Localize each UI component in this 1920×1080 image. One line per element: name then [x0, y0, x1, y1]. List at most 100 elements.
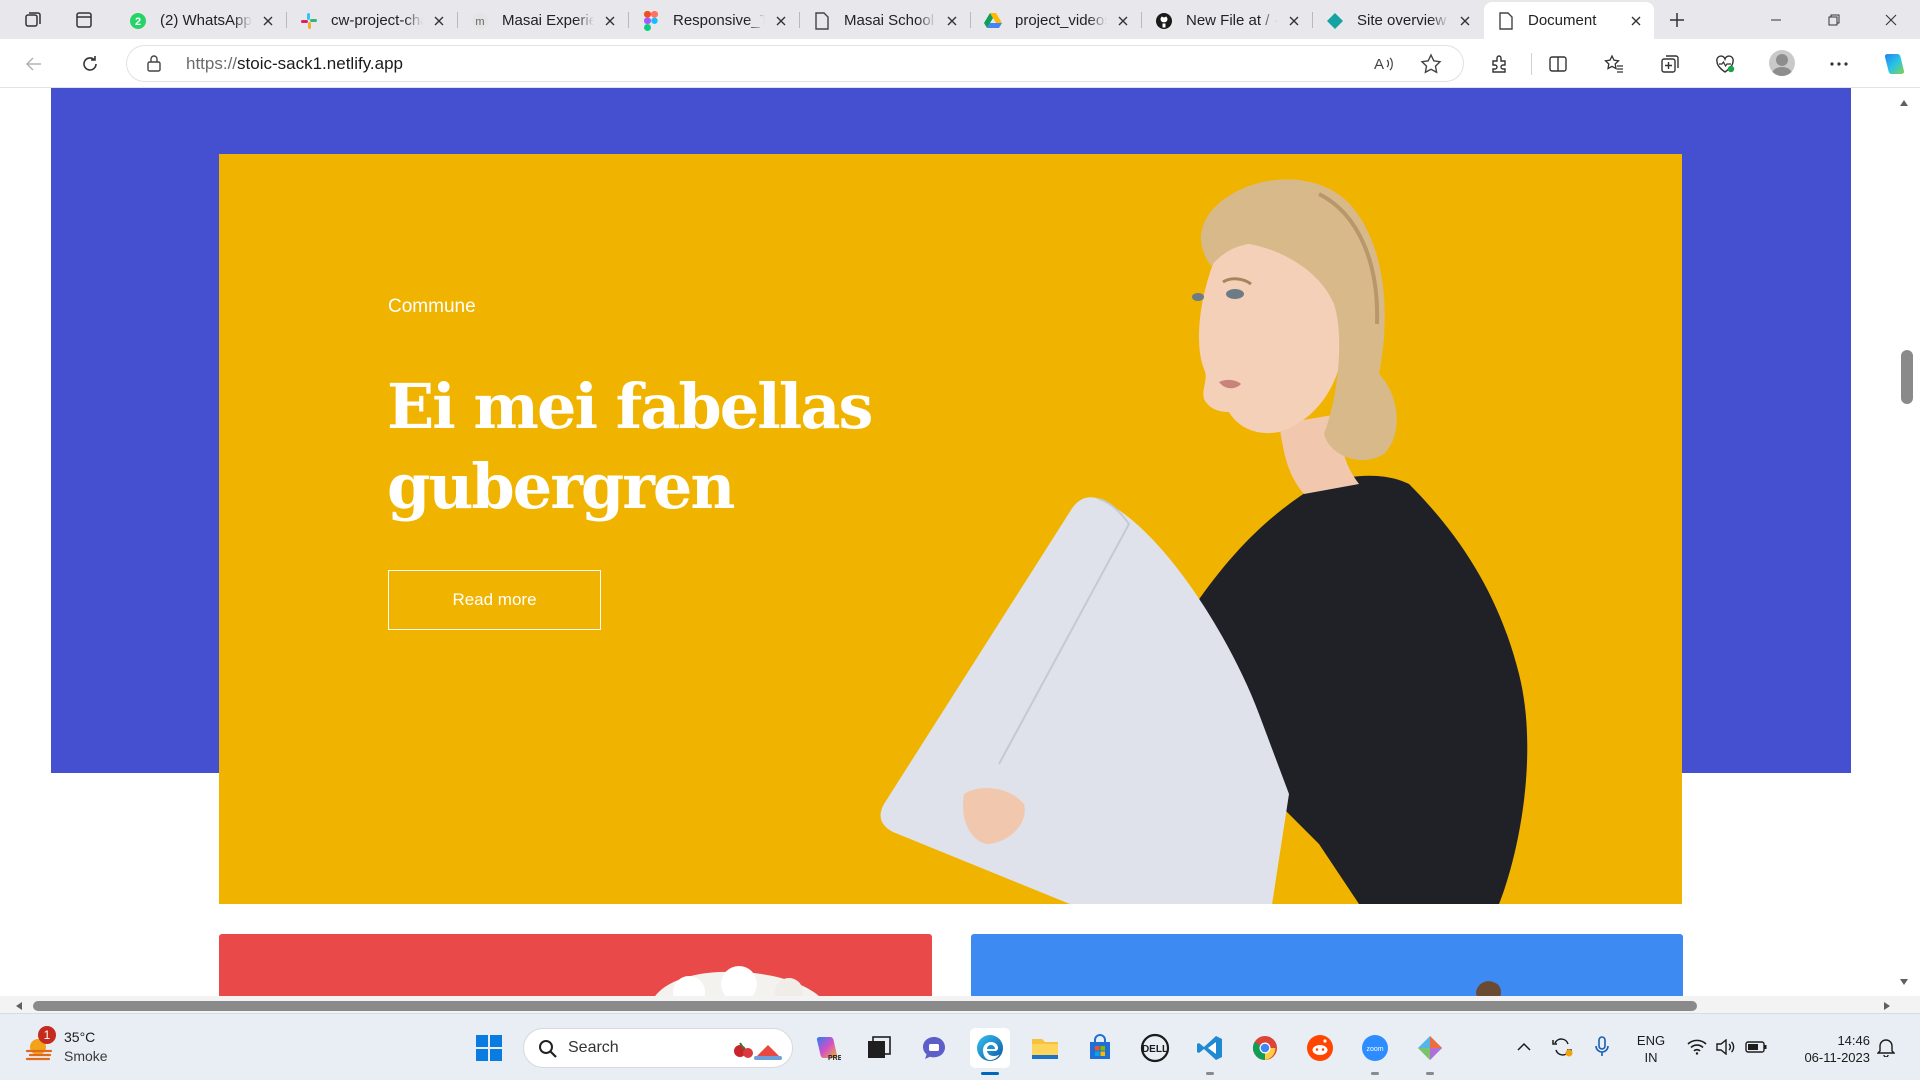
- restore-button[interactable]: [1805, 0, 1863, 39]
- close-tab-icon[interactable]: [1113, 11, 1133, 31]
- svg-text:DELL: DELL: [1142, 1044, 1168, 1055]
- tab-document[interactable]: Document: [1484, 2, 1654, 39]
- system-clock[interactable]: 14:46 06-11-2023: [1780, 1032, 1870, 1066]
- language-indicator[interactable]: ENG IN: [1634, 1032, 1668, 1066]
- windows-logo-icon: [476, 1035, 502, 1061]
- hero-photo: [880, 179, 1528, 904]
- tab-netlify[interactable]: Site overview: [1313, 2, 1483, 39]
- tab-title: Site overview: [1357, 12, 1447, 29]
- svg-text:PRE: PRE: [828, 1055, 841, 1062]
- taskbar-git-app[interactable]: [1410, 1028, 1450, 1068]
- battery-icon: [1745, 1041, 1767, 1053]
- tab-actions-icon: [76, 11, 92, 28]
- close-tab-icon[interactable]: [600, 11, 620, 31]
- sync-icon: [1552, 1038, 1573, 1057]
- weather-widget[interactable]: 1 35°C Smoke: [22, 1026, 162, 1070]
- browser-tab-strip: 2 (2) WhatsApp cw-project-chat m Masai E…: [0, 0, 1920, 39]
- tab-figma[interactable]: Responsive_Template: [629, 2, 799, 39]
- svg-text:A: A: [1374, 56, 1384, 73]
- scroll-down-arrow-icon[interactable]: [1897, 975, 1911, 989]
- restore-icon: [1828, 14, 1840, 25]
- new-tab-button[interactable]: [1660, 4, 1694, 35]
- taskbar-search[interactable]: Search: [523, 1028, 793, 1068]
- figma-icon: [641, 10, 661, 31]
- edge-active-indicator: [981, 1072, 999, 1075]
- microphone-icon: [1595, 1036, 1609, 1056]
- collections-button[interactable]: [1653, 47, 1687, 81]
- language-region: IN: [1644, 1050, 1658, 1065]
- tab-whatsapp[interactable]: 2 (2) WhatsApp: [116, 2, 286, 39]
- taskbar-teams-chat[interactable]: [914, 1028, 954, 1068]
- sync-tray-button[interactable]: [1547, 1032, 1577, 1062]
- show-hidden-icons-button[interactable]: [1512, 1032, 1536, 1062]
- address-bar[interactable]: https://stoic-sack1.netlify.app A: [126, 45, 1464, 82]
- tab-github[interactable]: New File at / · repo: [1142, 2, 1312, 39]
- taskbar-microsoft-store[interactable]: [1080, 1028, 1120, 1068]
- file-explorer-icon: [1032, 1039, 1058, 1059]
- tab-actions-button[interactable]: [67, 4, 101, 35]
- vertical-scrollbar[interactable]: [1900, 88, 1920, 1008]
- heart-pulse-icon: [1716, 55, 1735, 73]
- workspaces-button[interactable]: [16, 4, 50, 35]
- close-tab-icon[interactable]: [942, 11, 962, 31]
- vertical-scroll-thumb[interactable]: [1901, 350, 1913, 404]
- lock-icon[interactable]: [146, 54, 162, 77]
- notifications-button[interactable]: [1873, 1032, 1899, 1062]
- masai-icon: m: [470, 11, 490, 31]
- volume-icon: [1716, 1039, 1735, 1055]
- scroll-right-arrow-icon[interactable]: [1880, 999, 1894, 1013]
- battery-tray-button[interactable]: [1742, 1032, 1770, 1062]
- extensions-button[interactable]: [1483, 47, 1517, 81]
- favorites-list-icon: [1604, 54, 1623, 73]
- copilot-button[interactable]: [1876, 47, 1910, 81]
- refresh-button[interactable]: [73, 47, 107, 81]
- favorite-star-icon[interactable]: [1418, 51, 1444, 77]
- feature-card-red[interactable]: [219, 934, 932, 996]
- settings-more-button[interactable]: [1822, 47, 1856, 81]
- microphone-tray-button[interactable]: [1589, 1032, 1615, 1062]
- scroll-left-arrow-icon[interactable]: [12, 999, 26, 1013]
- whatsapp-icon: 2: [128, 11, 148, 31]
- close-tab-icon[interactable]: [429, 11, 449, 31]
- close-tab-icon[interactable]: [1455, 11, 1475, 31]
- clock-time: 14:46: [1837, 1033, 1870, 1048]
- tab-slack[interactable]: cw-project-chat: [287, 2, 457, 39]
- taskbar-file-explorer[interactable]: [1025, 1028, 1065, 1068]
- taskbar-copilot[interactable]: PRE: [806, 1028, 846, 1068]
- browser-essentials-button[interactable]: [1708, 47, 1742, 81]
- wifi-tray-button[interactable]: [1684, 1032, 1710, 1062]
- profile-avatar[interactable]: [1769, 50, 1795, 76]
- tab-project-videos[interactable]: project_videos: [971, 2, 1141, 39]
- read-more-button[interactable]: Read more: [388, 570, 601, 630]
- slack-icon: [299, 11, 319, 31]
- taskbar-zoom[interactable]: zoom: [1355, 1028, 1395, 1068]
- taskbar-chrome[interactable]: [1245, 1028, 1285, 1068]
- taskbar-reddit[interactable]: [1300, 1028, 1340, 1068]
- close-tab-icon[interactable]: [258, 11, 278, 31]
- back-button[interactable]: [17, 47, 51, 81]
- volume-tray-button[interactable]: [1712, 1032, 1738, 1062]
- windows-taskbar: 1 35°C Smoke Search PRE DELL zoom ENG IN…: [0, 1013, 1920, 1080]
- edge-icon: [977, 1035, 1003, 1061]
- favorites-button[interactable]: [1597, 47, 1631, 81]
- close-tab-icon[interactable]: [1284, 11, 1304, 31]
- horizontal-scroll-thumb[interactable]: [33, 1001, 1697, 1011]
- scroll-up-arrow-icon[interactable]: [1897, 96, 1911, 110]
- split-screen-button[interactable]: [1541, 47, 1575, 81]
- zoom-running-indicator: [1371, 1072, 1379, 1075]
- feature-card-blue[interactable]: [971, 934, 1683, 996]
- tab-masai-school[interactable]: Masai School: [800, 2, 970, 39]
- read-aloud-icon[interactable]: A: [1371, 51, 1397, 77]
- close-window-button[interactable]: [1862, 0, 1920, 39]
- tab-masai-experience[interactable]: m Masai Experience: [458, 2, 628, 39]
- url-text[interactable]: https://stoic-sack1.netlify.app: [186, 54, 403, 74]
- start-button[interactable]: [469, 1028, 509, 1068]
- taskbar-task-view[interactable]: [859, 1028, 899, 1068]
- tab-title: project_videos: [1015, 12, 1107, 29]
- taskbar-dell[interactable]: DELL: [1135, 1028, 1175, 1068]
- taskbar-vscode[interactable]: [1190, 1028, 1230, 1068]
- close-tab-icon[interactable]: [771, 11, 791, 31]
- minimize-button[interactable]: [1747, 0, 1805, 39]
- taskbar-edge[interactable]: [970, 1028, 1010, 1068]
- close-tab-icon[interactable]: [1626, 11, 1646, 31]
